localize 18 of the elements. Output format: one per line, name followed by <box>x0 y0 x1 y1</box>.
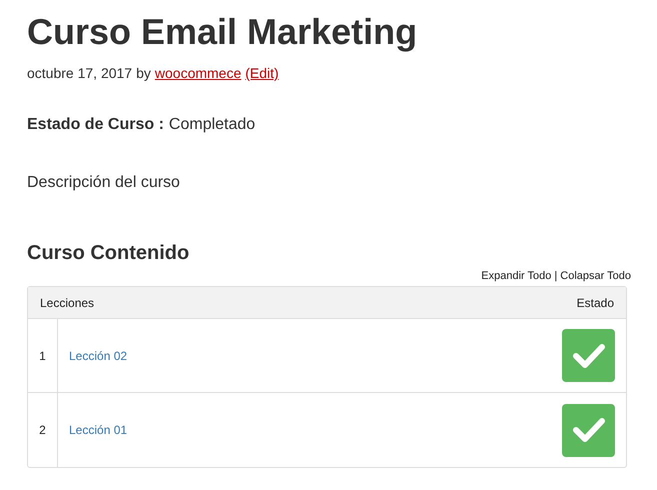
edit-link[interactable]: (Edit) <box>245 64 279 82</box>
lesson-number: 2 <box>39 422 46 439</box>
page-title: Curso Email Marketing <box>27 10 418 52</box>
by-label: by <box>136 64 151 82</box>
post-date: octubre 17, 2017 <box>27 64 132 82</box>
expand-all-link[interactable]: Expandir Todo <box>481 269 552 283</box>
link-separator: | <box>554 269 558 283</box>
status-label: Estado de Curso : <box>27 115 164 135</box>
column-header: Lecciones <box>40 294 94 312</box>
lesson-number: 1 <box>39 348 46 364</box>
lesson-link[interactable]: Lección 01 <box>69 421 128 439</box>
status-value: Completado <box>168 115 256 135</box>
column-header: Estado <box>576 294 614 312</box>
section-heading: Curso Contenido <box>27 241 190 265</box>
author-link[interactable]: woocommece <box>154 64 242 82</box>
course-description: Descripción del curso <box>27 173 180 193</box>
collapse-all-link[interactable]: Colapsar Todo <box>560 269 631 283</box>
lesson-link[interactable]: Lección 02 <box>69 346 128 364</box>
